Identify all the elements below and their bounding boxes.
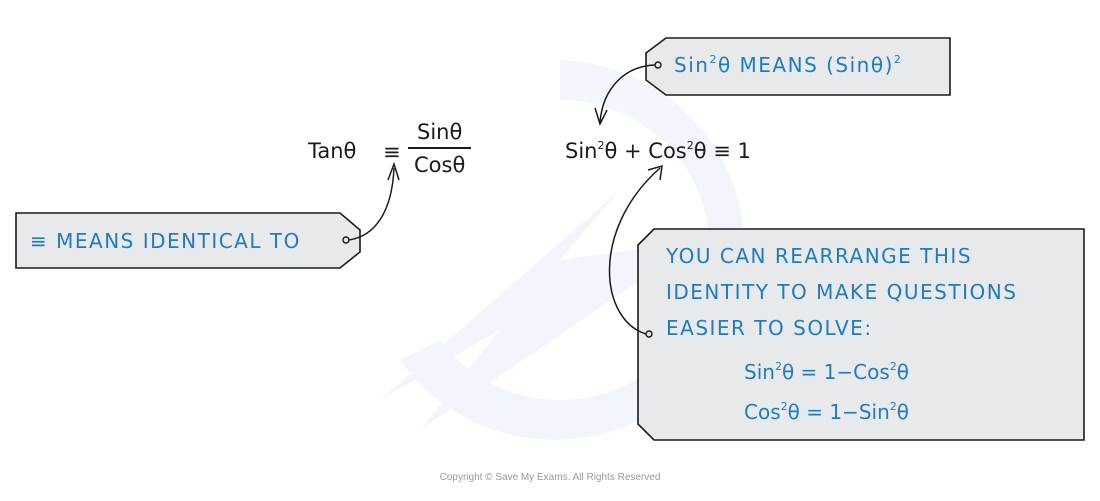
squared-superscript: 2: [686, 139, 694, 152]
equiv-one-text: ≡ 1: [706, 139, 751, 163]
squared-superscript: 2: [597, 139, 605, 152]
meaning-text: θ MEANS (Sinθ): [717, 53, 894, 77]
rearranged-formula-sin: Sin2θ = 1−Cos2θ: [744, 360, 909, 384]
sin-text: Sin: [674, 53, 710, 77]
theta-text: θ: [604, 139, 618, 163]
copyright-notice: Copyright © Save My Exams. All Rights Re…: [439, 472, 661, 483]
plus-text: +: [617, 139, 649, 163]
sin-squared-meaning-label: Sin2θ MEANS (Sinθ)2: [674, 53, 903, 77]
squared-superscript: 2: [889, 360, 897, 373]
sin-text: Sin: [565, 139, 598, 163]
pythagorean-identity: Sin2θ + Cos2θ ≡ 1: [565, 139, 751, 163]
squared-superscript: 2: [709, 53, 718, 66]
fraction-numerator: Sinθ: [416, 120, 463, 144]
squared-superscript: 2: [780, 400, 788, 413]
equiv-symbol-text: ≡: [383, 140, 401, 164]
squared-superscript: 2: [893, 53, 903, 66]
diagram-canvas: Tanθ ≡ Sinθ Cosθ Sin2θ + Cos2θ ≡ 1 ≡ MEA…: [0, 0, 1100, 501]
identical-symbol: ≡: [383, 142, 401, 163]
rearranged-formula-cos: Cos2θ = 1−Sin2θ: [744, 400, 909, 424]
identical-to-label: ≡ MEANS IDENTICAL TO: [30, 229, 301, 253]
formula-text: θ: [896, 360, 909, 384]
tan-identity-lhs: Tanθ: [308, 141, 356, 162]
cos-text: Cos: [648, 139, 687, 163]
sin-over-cos-fraction: Sinθ Cosθ: [408, 120, 472, 177]
formula-text: Sin: [744, 360, 775, 384]
rearrange-line-3: EASIER TO SOLVE:: [666, 316, 873, 340]
formula-text: θ: [896, 400, 909, 424]
rearrange-line-2: IDENTITY TO MAKE QUESTIONS: [666, 280, 1018, 304]
fraction-denominator: Cosθ: [408, 147, 472, 177]
formula-text: Cos: [744, 400, 781, 424]
rearrange-line-1: YOU CAN REARRANGE THIS: [666, 244, 973, 268]
formula-text: θ = 1−Cos: [781, 360, 890, 384]
squared-superscript: 2: [774, 360, 782, 373]
tan-theta-text: Tanθ: [308, 139, 357, 163]
formula-text: θ = 1−Sin: [787, 400, 890, 424]
theta-text: θ: [693, 139, 707, 163]
squared-superscript: 2: [889, 400, 897, 413]
